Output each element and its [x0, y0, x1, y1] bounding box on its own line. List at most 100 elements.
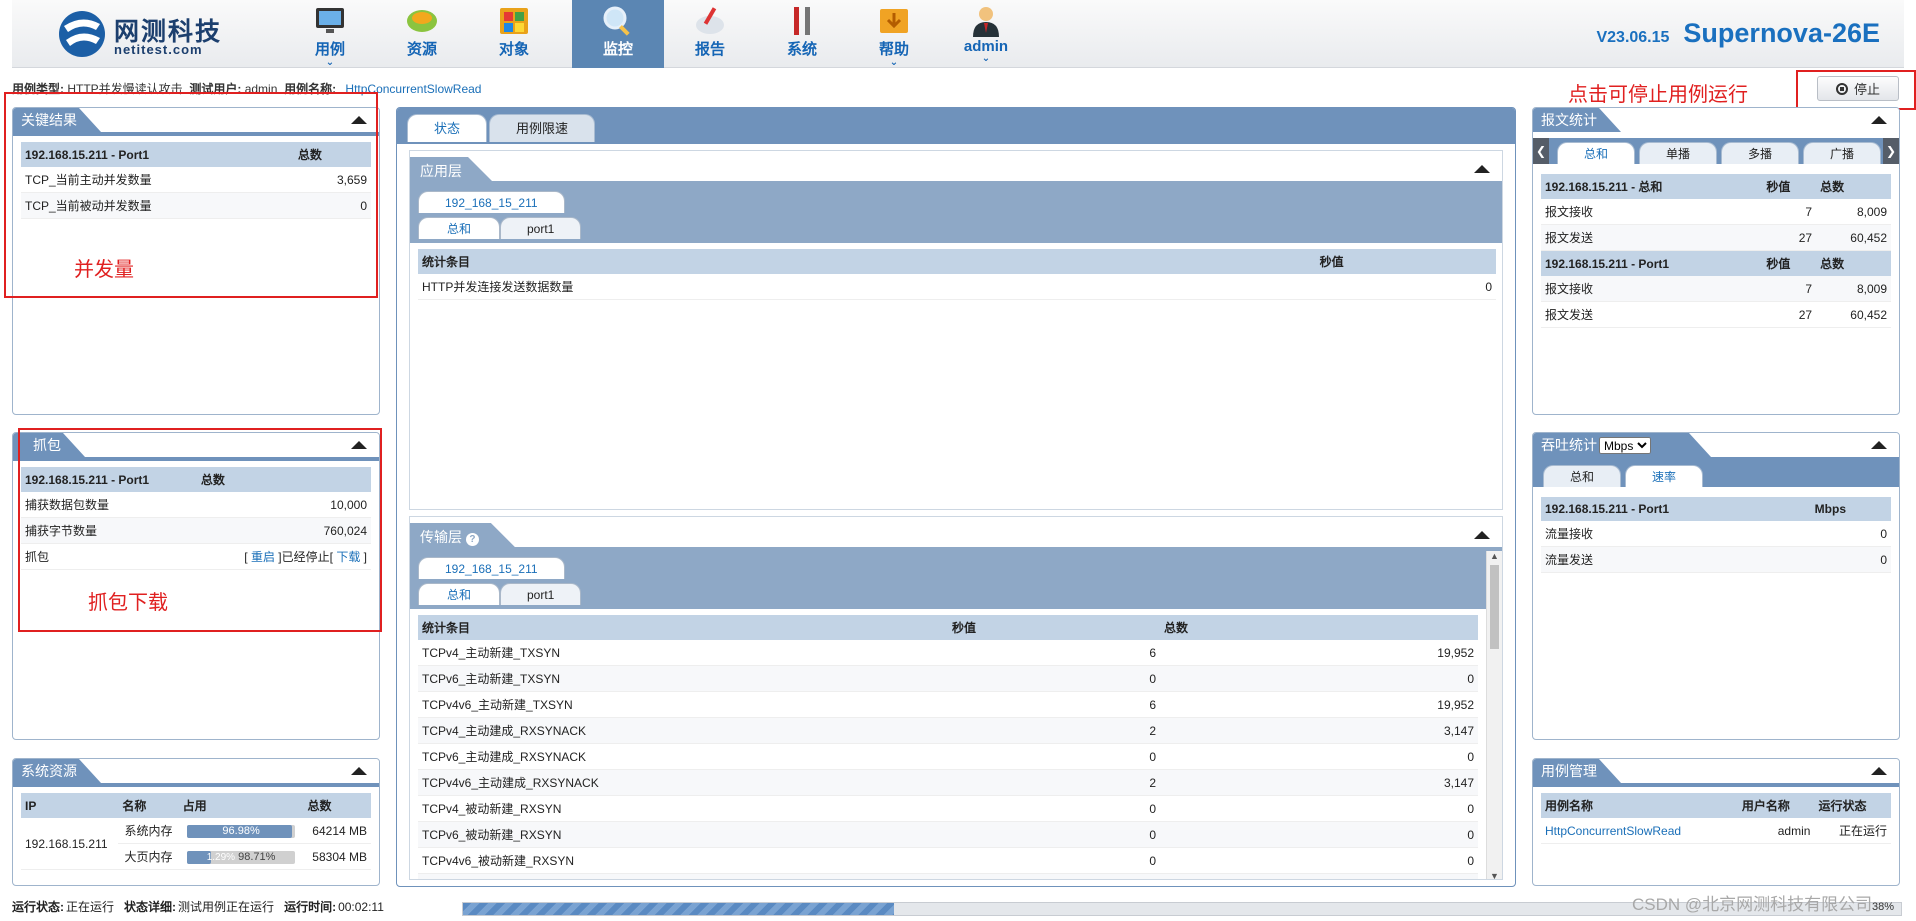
cell: 流量接收	[1541, 521, 1811, 547]
tab-multicast[interactable]: 多播	[1721, 142, 1799, 164]
help-folder-icon	[880, 9, 908, 33]
chevron-down-icon: ⌄	[981, 53, 991, 64]
subtab-total[interactable]: 总和	[418, 583, 501, 605]
cell: TCPv4v6_被动新建_RXSYN	[418, 847, 948, 874]
stop-hint-annotation: 点击可停止用例运行	[1568, 84, 1748, 106]
scroll-up-icon[interactable]: ▲	[1487, 551, 1502, 561]
tab-broadcast[interactable]: 广播	[1803, 142, 1881, 164]
usage-percent: 96.98%	[222, 824, 260, 837]
tab-total[interactable]: 总和	[1557, 142, 1635, 164]
cell: TCPv4v6_主动建成_RXSYNACK	[418, 769, 948, 796]
chevron-right-icon[interactable]: ❯	[1883, 138, 1899, 164]
scroll-down-icon[interactable]: ▼	[1487, 871, 1502, 879]
top-header: 网测科技 netitest.com 用例 ⌄ 资源 对象 监控 报告 系统 帮助…	[12, 0, 1904, 68]
tab-rate-limit[interactable]: 用例限速	[489, 114, 596, 142]
transport-scrollbar[interactable]: ▲ ▼	[1486, 551, 1502, 879]
collapse-up-icon[interactable]	[1474, 531, 1490, 539]
transport-layer-title: 传输层 ?	[410, 523, 519, 551]
cell: 0	[1160, 665, 1478, 692]
cell: 27	[1762, 301, 1817, 328]
nav-admin[interactable]: admin ⌄	[940, 0, 1032, 68]
cell: admin	[1737, 818, 1815, 844]
nav-monitor[interactable]: 监控	[572, 0, 664, 68]
chevron-down-icon: ⌄	[889, 57, 899, 68]
scroll-thumb[interactable]	[1490, 565, 1499, 649]
cell: 0	[1160, 821, 1478, 848]
cell: TCPv6_主动建成_RXSYNACK	[418, 743, 948, 770]
cell: 0	[948, 795, 1160, 822]
tab-status[interactable]: 状态	[407, 114, 488, 142]
device-tab[interactable]: 192_168_15_211	[418, 557, 565, 579]
nav-label: 用例	[314, 41, 345, 58]
table-row: TCPv4_主动建成_RXSYNACK 2 3,147	[418, 717, 1478, 744]
chevron-left-icon[interactable]: ❮	[1533, 138, 1549, 164]
cell: 8,009	[1816, 276, 1891, 302]
brand-name-en: netitest.com	[114, 42, 203, 57]
cell: 0	[1315, 274, 1496, 300]
status-tabs: 状态 用例限速	[407, 114, 596, 142]
cell: 8,009	[1816, 199, 1891, 225]
tab-unicast[interactable]: 单播	[1639, 142, 1717, 164]
cell: 0	[948, 873, 1160, 879]
collapse-up-icon[interactable]	[1871, 767, 1887, 775]
cell: 0	[948, 743, 1160, 770]
nav-label: 监控	[602, 41, 633, 58]
case-link[interactable]: HttpConcurrentSlowRead	[1545, 824, 1681, 838]
cell: 64214 MB	[303, 818, 371, 844]
cell: 27	[1762, 224, 1817, 251]
report-icon	[696, 7, 724, 34]
nav-objects[interactable]: 对象	[468, 0, 560, 68]
nav-system[interactable]: 系统	[756, 0, 848, 68]
cell: 0	[948, 821, 1160, 848]
nav-help[interactable]: 帮助 ⌄	[848, 0, 940, 68]
tab-rate[interactable]: 速率	[1625, 465, 1703, 487]
monitor-icon	[316, 8, 344, 33]
cell: 60,452	[1816, 224, 1891, 251]
progress-fill	[463, 903, 895, 915]
table-row: TCPv4_被动新建_RXSYN 0 0	[418, 795, 1478, 822]
app-layer-tabs-band: 192_168_15_211 总和 port1	[410, 185, 1502, 243]
version-info: V23.06.15 Supernova-26E	[1596, 18, 1880, 49]
nav-resources[interactable]: 资源	[376, 0, 468, 68]
column-header: 运行状态	[1814, 793, 1891, 818]
column-header: IP	[21, 793, 119, 818]
column-header: 192.168.15.211 - Port1	[1541, 250, 1763, 276]
column-header: 192.168.15.211 - Port1	[1541, 497, 1811, 521]
packet-stats-title: 报文统计	[1533, 108, 1621, 132]
cell: 流量发送	[1541, 546, 1811, 573]
nav-label: 系统	[786, 41, 817, 58]
nav-cases[interactable]: 用例 ⌄	[284, 0, 376, 68]
cell: 7	[1762, 276, 1817, 302]
device-tab[interactable]: 192_168_15_211	[418, 191, 565, 213]
subtab-port1[interactable]: port1	[500, 217, 582, 239]
watermark: CSDN @北京网测科技有限公司	[1632, 895, 1873, 914]
cell: 0	[1160, 873, 1478, 879]
throughput-tabs: 总和 速率	[1533, 457, 1899, 487]
tab-total[interactable]: 总和	[1543, 465, 1621, 487]
nav-reports[interactable]: 报告	[664, 0, 756, 68]
subtab-port1[interactable]: port1	[500, 583, 582, 605]
app-layer-header: 应用层	[410, 151, 1502, 185]
memory-usage-bar: 96.98%	[187, 824, 296, 838]
unit-select[interactable]: Mbps	[1599, 437, 1651, 454]
collapse-up-icon[interactable]	[351, 767, 367, 775]
resource-icon	[407, 10, 437, 32]
collapse-up-icon[interactable]	[1871, 116, 1887, 124]
app-layer-table: 统计条目 秒值 HTTP并发连接发送数据数量 0	[418, 249, 1496, 300]
concurrency-annotation: 并发量	[74, 259, 134, 281]
cell: HTTP并发连接发送数据数量	[418, 274, 1316, 300]
state-detail-label: 状态详细:	[124, 900, 177, 914]
help-icon[interactable]: ?	[466, 533, 479, 546]
table-row: 报文接收 7 8,009	[1541, 199, 1891, 225]
cell: 3,147	[1160, 769, 1478, 796]
chevron-down-icon: ⌄	[325, 57, 335, 68]
packet-stats-panel: 报文统计 ❮ 总和 单播 多播 广播 ❯ 192.168.15.211 - 总和…	[1532, 107, 1900, 415]
subtab-total[interactable]: 总和	[418, 217, 501, 239]
collapse-up-icon[interactable]	[1474, 165, 1490, 173]
collapse-up-icon[interactable]	[1871, 441, 1887, 449]
usage-percent: 1.29%	[206, 851, 236, 863]
status-bar: 运行状态: 正在运行 状态详细: 测试用例正在运行 运行时间: 00:02:11	[12, 898, 384, 915]
brand-logo[interactable]: 网测科技 netitest.com	[56, 6, 256, 62]
column-header: 统计条目	[418, 249, 1316, 274]
stop-button[interactable]: 停止	[1817, 76, 1899, 101]
